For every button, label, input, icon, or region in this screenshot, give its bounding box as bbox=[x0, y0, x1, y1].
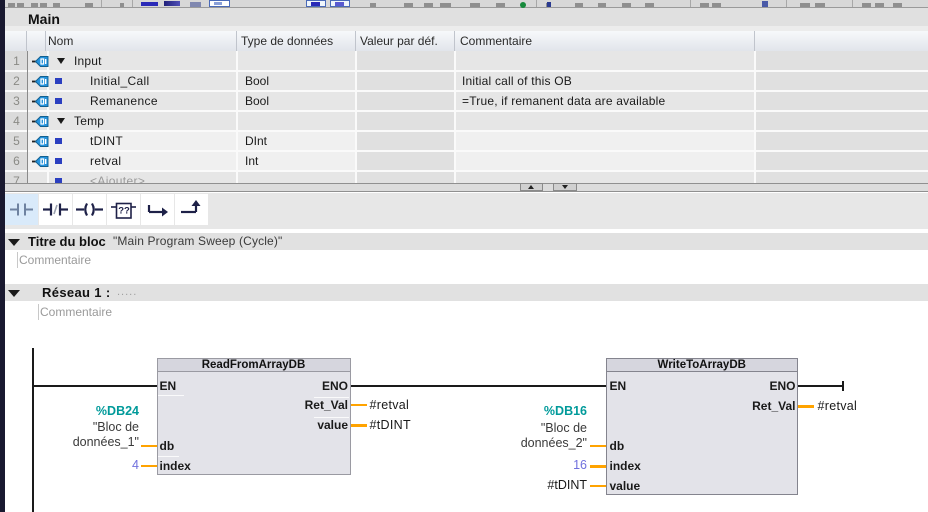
svg-text:??: ?? bbox=[118, 205, 130, 216]
